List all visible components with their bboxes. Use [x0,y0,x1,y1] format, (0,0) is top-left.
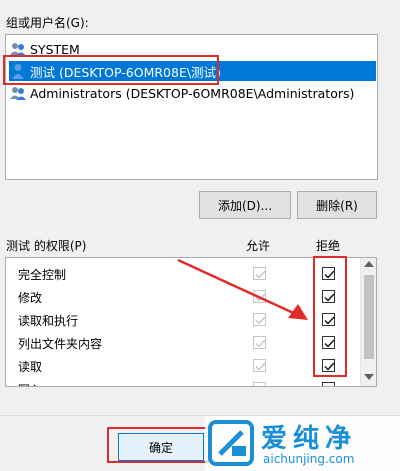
permission-name: 完全控制 [18,268,67,282]
scroll-down-icon[interactable] [364,374,374,380]
permission-row: 列出文件夹内容 [6,331,364,354]
highlight-box-user [3,55,219,85]
user-item-administrators[interactable]: Administrators (DESKTOP-6OMR08E\Administ… [9,83,354,103]
add-button[interactable]: 添加(D)... [199,191,291,219]
highlight-arrow-icon [177,258,308,320]
scroll-up-icon[interactable] [364,261,374,267]
allow-checkbox[interactable] [253,359,266,372]
watermark-brand: 爱纯净 [261,424,358,454]
users-group-icon [9,84,27,102]
permission-name: 读取 [18,360,43,374]
permission-row: 读取 [6,354,364,377]
permission-name: 读取和执行 [18,314,79,328]
permission-name: 列出文件夹内容 [18,337,103,351]
highlight-box-ok [107,427,211,463]
permissions-scrollbar[interactable] [360,258,376,386]
scroll-thumb[interactable] [364,275,374,359]
groups-label: 组或用户名(G): [6,16,89,30]
permission-row: 写入 [6,377,364,386]
allow-checkbox[interactable] [253,336,266,349]
user-item-label: Administrators (DESKTOP-6OMR08E\Administ… [30,85,355,101]
deny-checkbox[interactable] [322,382,335,386]
watermark-logo-icon [208,420,254,466]
remove-button[interactable]: 删除(R) [297,191,377,219]
permission-name: 修改 [18,291,43,305]
watermark-url: aichunjing.com [263,452,355,466]
watermark: 爱纯净 aichunjing.com [205,416,400,471]
permission-name: 写入 [18,381,42,386]
permissions-header: 测试 的权限(P) [6,239,87,253]
allow-checkbox[interactable] [253,382,266,386]
